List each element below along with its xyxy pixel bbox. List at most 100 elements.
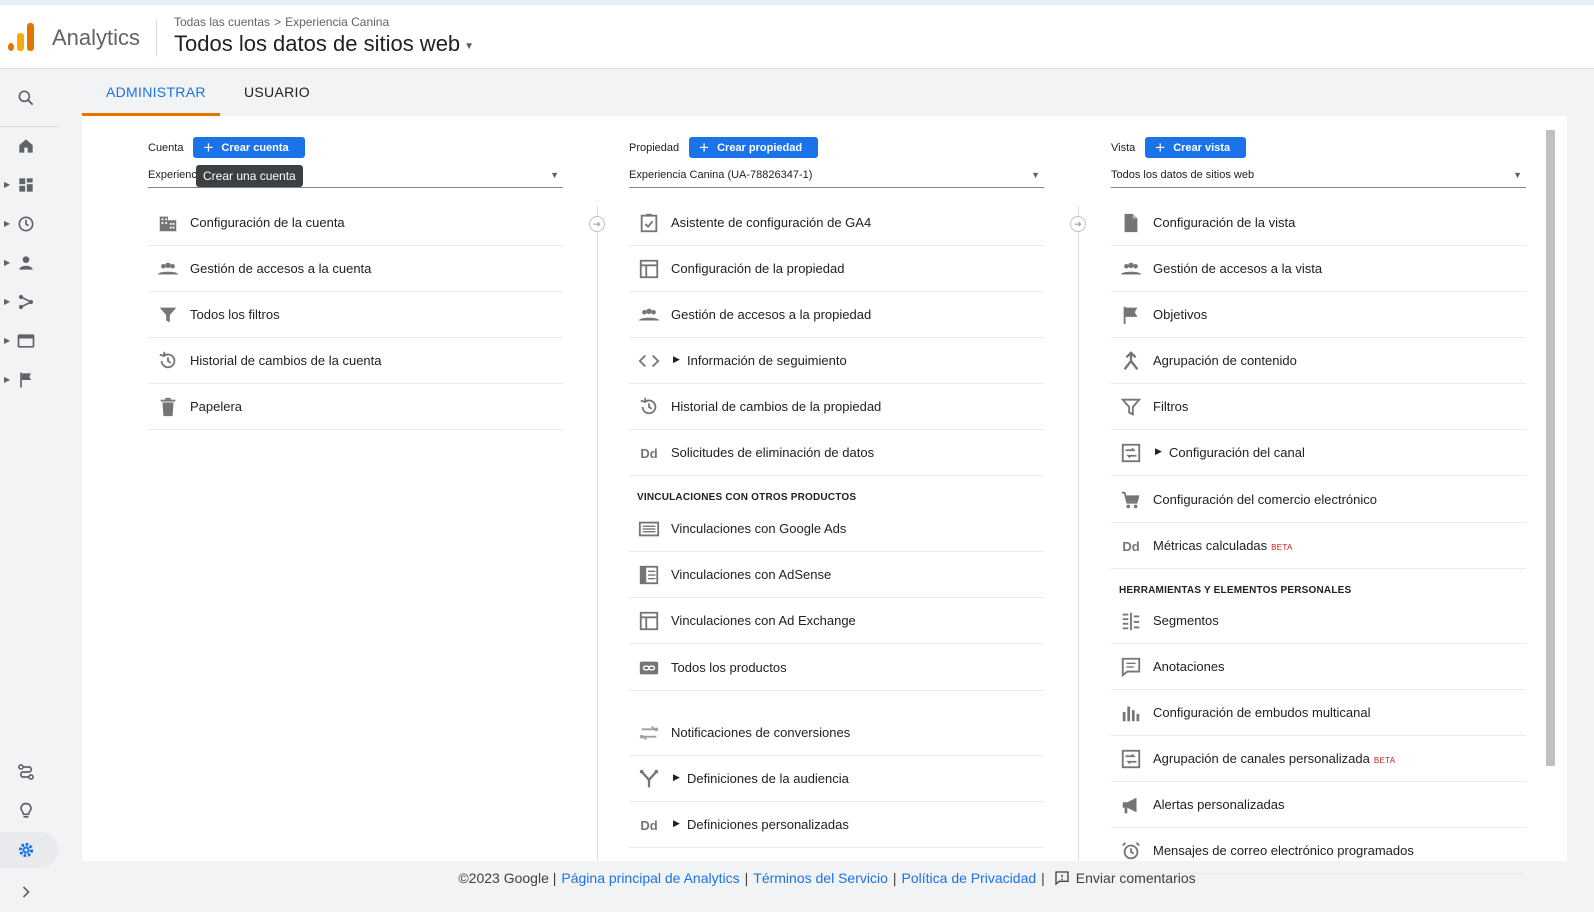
item-label: Gestión de accesos a la propiedad	[671, 307, 872, 322]
property-select[interactable]: Experiencia Canina (UA-78826347-1) ▼	[629, 166, 1044, 188]
create-account-button[interactable]: + Crear cuenta	[193, 137, 305, 158]
goals-item[interactable]: Objetivos	[1111, 292, 1526, 338]
tab-administrar[interactable]: ADMINISTRAR	[106, 84, 206, 100]
code-icon	[638, 350, 660, 372]
people-icon	[1120, 258, 1142, 280]
nav-discover[interactable]	[0, 793, 60, 829]
nav-attribution[interactable]	[0, 754, 60, 790]
ga4-setup-item[interactable]: Asistente de configuración de GA4	[629, 200, 1044, 246]
tracking-info-item[interactable]: ▶ Información de seguimiento	[629, 338, 1044, 384]
search-button[interactable]	[0, 80, 60, 116]
property-history-item[interactable]: Historial de cambios de la propiedad	[629, 384, 1044, 430]
column-divider	[597, 206, 598, 861]
browser-window-icon	[17, 334, 35, 348]
expand-arrow-icon: ▶	[4, 336, 11, 345]
item-label: Objetivos	[1153, 307, 1208, 322]
view-selector[interactable]: Todos los datos de sitios web ▼	[174, 31, 474, 57]
expand-triangle-icon: ▶	[673, 354, 680, 364]
view-select[interactable]: Todos los datos de sitios web ▼	[1111, 166, 1526, 188]
item-label: Gestión de accesos a la vista	[1153, 261, 1323, 276]
home-icon	[19, 139, 33, 153]
document-icon	[1120, 212, 1142, 234]
nav-acquisition[interactable]: ▶	[0, 284, 60, 320]
custom-channel-grouping-item[interactable]: Agrupación de canales personalizada BETA	[1111, 736, 1526, 782]
link-icon	[638, 657, 660, 679]
terms-link[interactable]: Términos del Servicio	[753, 870, 888, 886]
trash-item[interactable]: Papelera	[148, 384, 563, 430]
nav-realtime[interactable]: ▶	[0, 206, 60, 242]
view-access-item[interactable]: Gestión de accesos a la vista	[1111, 246, 1526, 292]
breadcrumb[interactable]: Todas las cuentas > Experiencia Canina	[174, 15, 389, 29]
section-heading: HERRAMIENTAS Y ELEMENTOS PERSONALES	[1119, 585, 1352, 596]
scrollbar[interactable]	[1546, 130, 1555, 766]
create-property-button[interactable]: + Crear propiedad	[689, 137, 819, 158]
account-settings-item[interactable]: Configuración de la cuenta	[148, 200, 563, 246]
view-header: Vista + Crear vista	[1111, 137, 1247, 158]
property-access-item[interactable]: Gestión de accesos a la propiedad	[629, 292, 1044, 338]
nav-home[interactable]	[0, 128, 60, 164]
ad-exchange-links-item[interactable]: Vinculaciones con Ad Exchange	[629, 598, 1044, 644]
filter-icon	[157, 304, 179, 326]
view-settings-item[interactable]: Configuración de la vista	[1111, 200, 1526, 246]
create-view-button[interactable]: + Crear vista	[1145, 137, 1247, 158]
nav-behavior[interactable]: ▶	[0, 323, 60, 359]
item-label: Historial de cambios de la cuenta	[190, 353, 382, 368]
ecommerce-settings-item[interactable]: Configuración del comercio electrónico	[1111, 477, 1526, 523]
content-grouping-item[interactable]: Agrupación de contenido	[1111, 338, 1526, 384]
admin-panel: Cuenta + Crear cuenta Experienc ▼ Crear …	[82, 116, 1567, 874]
breadcrumb-account[interactable]: Experiencia Canina	[285, 15, 389, 29]
adsense-links-item[interactable]: Vinculaciones con AdSense	[629, 552, 1044, 598]
account-history-item[interactable]: Historial de cambios de la cuenta	[148, 338, 563, 384]
all-products-item[interactable]: Todos los productos	[629, 645, 1044, 691]
dropdown-arrow-icon: ▼	[1031, 170, 1040, 180]
all-filters-item[interactable]: Todos los filtros	[148, 292, 563, 338]
breadcrumb-all-accounts[interactable]: Todas las cuentas	[174, 15, 270, 29]
filters-item[interactable]: Filtros	[1111, 384, 1526, 430]
adexchange-icon	[638, 610, 660, 632]
side-nav: ▶ ▶ ▶ ▶ ▶ ▶	[0, 70, 60, 912]
custom-definitions-item[interactable]: Dd ▶ Definiciones personalizadas	[629, 802, 1044, 848]
property-select-value: Experiencia Canina (UA-78826347-1)	[629, 169, 813, 181]
create-account-tooltip: Crear una cuenta	[196, 165, 303, 187]
account-access-item[interactable]: Gestión de accesos a la cuenta	[148, 246, 563, 292]
data-deletion-item[interactable]: Dd Solicitudes de eliminación de datos	[629, 430, 1044, 476]
nav-customization[interactable]: ▶	[0, 167, 60, 203]
custom-alerts-item[interactable]: Alertas personalizadas	[1111, 782, 1526, 828]
adsense-icon	[638, 564, 660, 586]
property-header: Propiedad + Crear propiedad	[629, 137, 819, 158]
annotations-item[interactable]: Anotaciones	[1111, 644, 1526, 690]
tab-usuario[interactable]: USUARIO	[244, 84, 310, 100]
item-label: Historial de cambios de la propiedad	[671, 399, 882, 414]
nav-conversions[interactable]: ▶	[0, 362, 60, 398]
feedback-button[interactable]: Enviar comentarios	[1054, 870, 1196, 886]
clock-icon	[18, 216, 34, 232]
channel-settings-item[interactable]: ▶ Configuración del canal	[1111, 430, 1526, 476]
account-select-value: Experienc	[148, 169, 197, 181]
beta-badge: BETA	[1271, 543, 1293, 552]
plus-icon: +	[203, 138, 214, 157]
item-label: Configuración del canal	[1169, 445, 1305, 460]
item-label: Segmentos	[1153, 613, 1219, 628]
segments-item[interactable]: Segmentos	[1111, 598, 1526, 644]
calculated-metrics-item[interactable]: Dd Métricas calculadas BETA	[1111, 523, 1526, 569]
expand-arrow-icon: ▶	[4, 258, 11, 267]
scheduled-emails-item[interactable]: Mensajes de correo electrónico programad…	[1111, 828, 1526, 874]
channel-icon	[1120, 748, 1142, 770]
conversion-notifications-item[interactable]: Notificaciones de conversiones	[629, 710, 1044, 756]
footer-separator: |	[1041, 870, 1045, 886]
dd-icon: Dd	[640, 817, 658, 833]
google-ads-links-item[interactable]: Vinculaciones con Google Ads	[629, 506, 1044, 552]
ads-icon	[638, 518, 660, 540]
nav-admin[interactable]	[0, 832, 58, 868]
arrow-right-circle-icon: ➔	[1070, 216, 1086, 232]
item-label: Mensajes de correo electrónico programad…	[1153, 843, 1414, 858]
privacy-link[interactable]: Política de Privacidad	[902, 870, 1037, 886]
property-settings-item[interactable]: Configuración de la propiedad	[629, 246, 1044, 292]
nav-audience[interactable]: ▶	[0, 245, 60, 281]
multichannel-funnels-item[interactable]: Configuración de embudos multicanal	[1111, 690, 1526, 736]
analytics-home-link[interactable]: Página principal de Analytics	[561, 870, 739, 886]
audience-definitions-item[interactable]: ▶ Definiciones de la audiencia	[629, 756, 1044, 802]
column-divider	[1078, 206, 1079, 861]
analytics-logo-icon[interactable]	[8, 23, 34, 51]
beta-badge: BETA	[1373, 756, 1396, 765]
